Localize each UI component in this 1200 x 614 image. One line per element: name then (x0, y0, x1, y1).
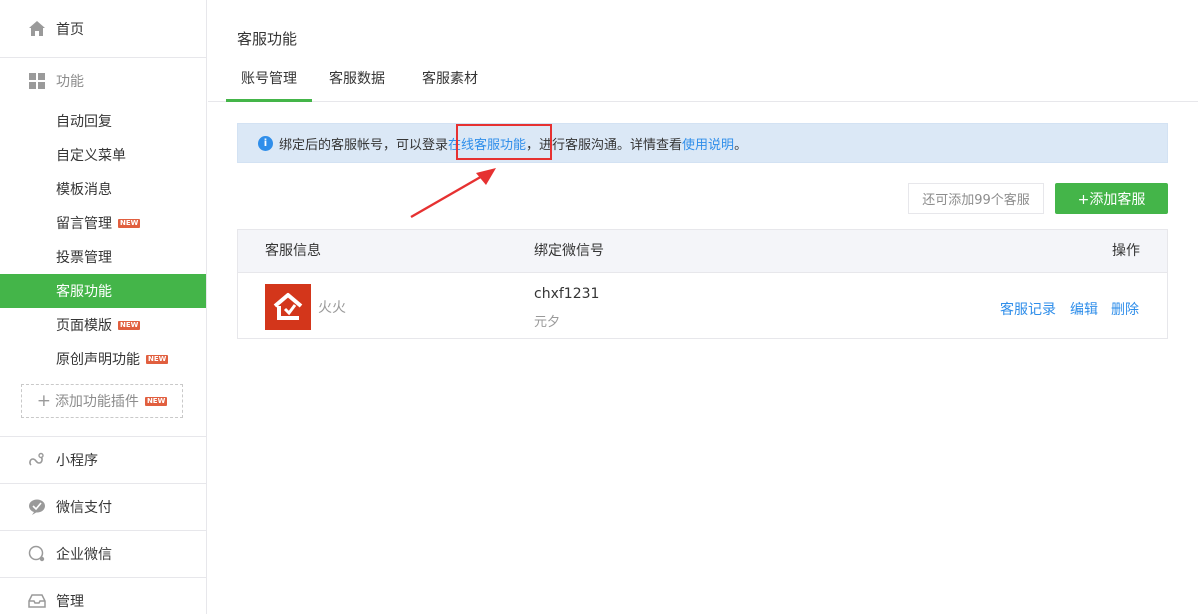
nav-manage-label: 管理 (56, 594, 84, 610)
new-badge: NEW (118, 218, 141, 228)
nav-work-wechat[interactable]: 企业微信 (0, 530, 206, 577)
new-badge: NEW (118, 320, 141, 330)
add-plugin-label: 添加功能插件 (54, 394, 139, 410)
sidebar-item-vote-management[interactable]: 投票管理 (0, 240, 206, 274)
sidebar-item-label: 原创声明功能 (56, 352, 140, 368)
nav-mini-program[interactable]: 小程序 (0, 436, 206, 483)
sidebar-item-label: 页面模版 (56, 318, 112, 334)
usage-guide-link[interactable]: 使用说明 (682, 134, 734, 153)
tab-bar: 账号管理 客服数据 客服素材 (208, 58, 1198, 102)
nav-group-function-label: 功能 (56, 74, 84, 90)
sidebar-item-custom-menu[interactable]: 自定义菜单 (0, 138, 206, 172)
sidebar-item-label: 自定义菜单 (56, 148, 126, 164)
sidebar-item-comment-management[interactable]: 留言管理 NEW (0, 206, 206, 240)
sidebar-item-label: 模板消息 (56, 182, 112, 198)
nav-home-label: 首页 (56, 21, 84, 38)
main-content: 客服功能 账号管理 客服数据 客服素材 i 绑定后的客服帐号，可以登录 在线客服… (208, 0, 1200, 614)
page-title: 客服功能 (237, 30, 298, 48)
plus-icon: + (36, 391, 51, 411)
tab-service-data[interactable]: 客服数据 (320, 58, 394, 102)
sidebar-item-template-message[interactable]: 模板消息 (0, 172, 206, 206)
nav-home[interactable]: 首页 (0, 0, 206, 58)
nav-wechat-pay[interactable]: 微信支付 (0, 483, 206, 530)
info-icon: i (258, 135, 273, 151)
highlight-annotation-box (456, 124, 552, 160)
annotation-arrow-icon (410, 168, 496, 219)
sidebar-item-auto-reply[interactable]: 自动回复 (0, 104, 206, 138)
home-icon (28, 20, 46, 38)
sidebar-item-label: 自动回复 (56, 114, 112, 130)
new-badge: NEW (146, 354, 169, 364)
notice-prefix: 绑定后的客服帐号，可以登录 (279, 137, 449, 153)
nav-wechat-pay-label: 微信支付 (56, 500, 112, 516)
sidebar-item-page-template[interactable]: 页面模版 NEW (0, 308, 206, 342)
nav-group-function: 功能 (0, 58, 206, 104)
sidebar-item-label: 客服功能 (56, 284, 112, 300)
nav-manage[interactable]: 管理 (0, 577, 206, 614)
sidebar-item-customer-service[interactable]: 客服功能 (0, 274, 206, 308)
sidebar-item-label: 留言管理 (56, 216, 112, 232)
manage-icon (28, 592, 46, 610)
new-badge: NEW (144, 396, 168, 406)
sidebar-item-label: 投票管理 (56, 250, 112, 266)
grid-icon (28, 72, 46, 90)
tab-account-management[interactable]: 账号管理 (226, 58, 312, 102)
work-wechat-icon (28, 545, 46, 563)
tab-service-materials[interactable]: 客服素材 (413, 58, 487, 102)
nav-work-wechat-label: 企业微信 (56, 547, 112, 563)
sidebar-item-original-declaration[interactable]: 原创声明功能 NEW (0, 342, 206, 376)
notice-suffix: 。 (734, 137, 748, 153)
nav-mini-program-label: 小程序 (56, 453, 98, 469)
wechat-pay-icon (28, 498, 46, 516)
notice-bar: i 绑定后的客服帐号，可以登录 在线客服功能 ，进行客服沟通。详情查看 使用说明… (237, 123, 1168, 163)
sidebar: 首页 功能 自动回复 自定义菜单 模板消息 留言管理 NEW 投票管理 客服功能 … (0, 0, 207, 614)
add-plugin-button[interactable]: + 添加功能插件 NEW (21, 384, 183, 418)
mini-program-icon (28, 451, 46, 469)
